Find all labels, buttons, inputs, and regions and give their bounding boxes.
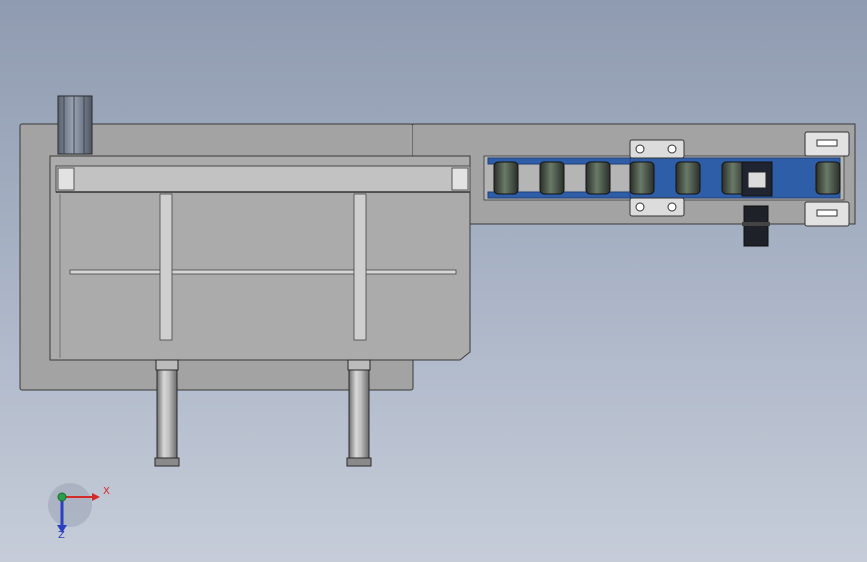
z-axis-label: Z bbox=[58, 530, 65, 541]
conveyor-roller bbox=[815, 161, 841, 195]
motor[interactable] bbox=[57, 95, 93, 155]
conveyor-roller bbox=[675, 161, 701, 195]
hopper-tray[interactable] bbox=[49, 155, 471, 361]
conveyor-roller bbox=[493, 161, 519, 195]
conveyor-roller bbox=[585, 161, 611, 195]
coordinate-triad bbox=[48, 483, 100, 533]
cad-viewport[interactable]: X Z bbox=[0, 0, 867, 562]
bracket-bottom[interactable] bbox=[629, 197, 685, 217]
bracket-top[interactable] bbox=[629, 139, 685, 159]
conveyor-roller bbox=[629, 161, 655, 195]
cylinder-right[interactable] bbox=[346, 359, 372, 467]
assembly-model[interactable] bbox=[0, 0, 867, 562]
conveyor-roller bbox=[539, 161, 565, 195]
cylinder-left[interactable] bbox=[154, 359, 180, 467]
y-axis-origin bbox=[57, 492, 67, 502]
x-axis-label: X bbox=[103, 486, 110, 497]
end-bracket-bottom[interactable] bbox=[804, 201, 850, 227]
end-bracket-top[interactable] bbox=[804, 131, 850, 157]
